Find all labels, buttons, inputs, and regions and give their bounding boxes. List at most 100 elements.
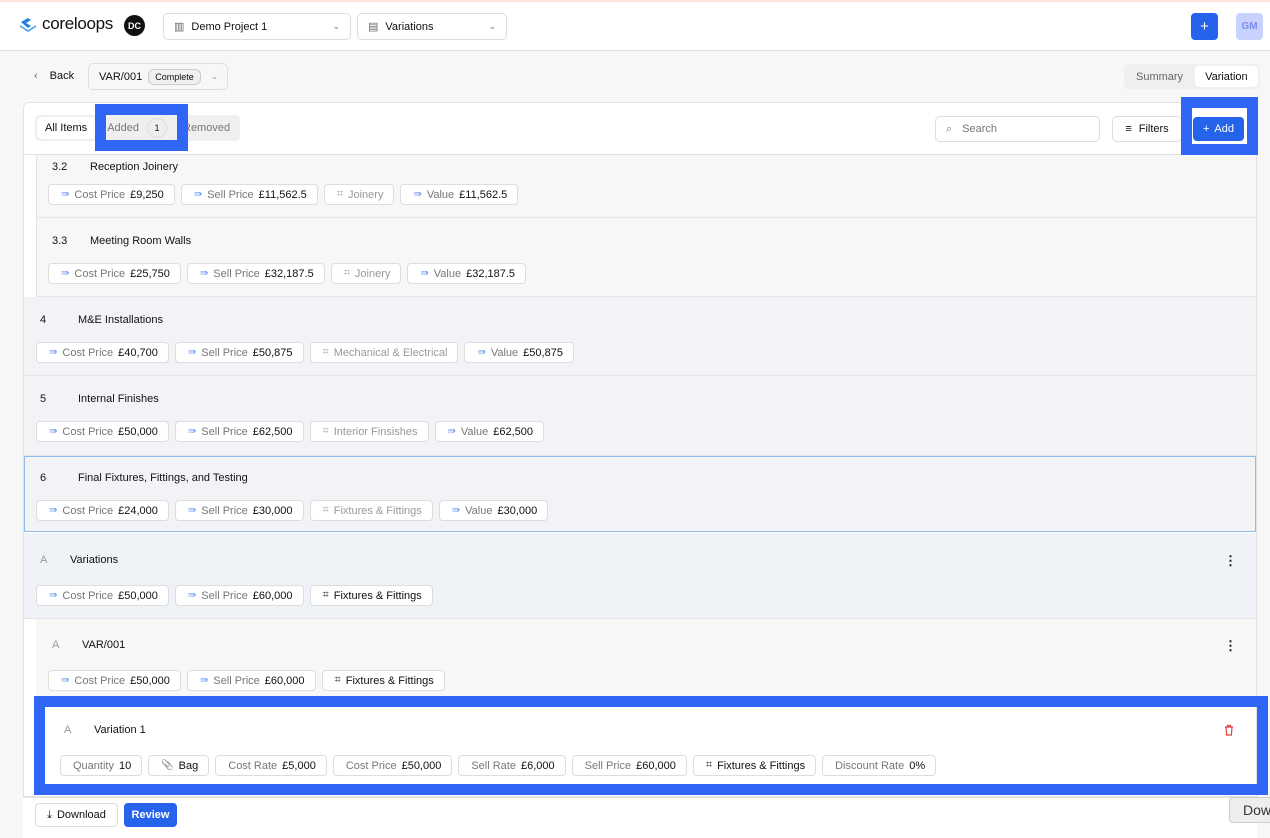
sell-price-chip[interactable]: ⇛ Sell Price £60,000 — [174, 585, 304, 606]
category-chip[interactable]: ⌗ Joinery — [330, 263, 402, 284]
item-chips: ⇛ Cost Price £24,000 ⇛ Sell Price £30,000 ⌗ Fix… — [36, 500, 549, 521]
tab-removed[interactable]: Removed — [175, 117, 238, 139]
item-number: 4 — [40, 314, 47, 326]
category-chip[interactable]: ⌗ Fixtures & Fittings — [321, 670, 445, 691]
module-select[interactable]: ▤ Variations ⌄ — [357, 13, 507, 40]
sell-price-chip[interactable]: ⇛ Sell Price £62,500 — [174, 421, 304, 442]
item-chips: ⇛ Cost Price £40,700 ⇛ Sell Price £50,875 ⌗ Mec… — [36, 342, 574, 363]
tab-all-items[interactable]: All Items — [37, 117, 96, 139]
arrow-right-icon: ⇛ — [187, 505, 197, 516]
cost-rate-chip[interactable]: Cost Rate £5,000 — [215, 755, 327, 776]
footer-bar — [23, 797, 1257, 838]
arrow-right-icon: ⇛ — [477, 347, 486, 358]
chevron-down-icon: ⌄ — [210, 71, 219, 81]
tab-added[interactable]: Added 1 — [95, 117, 175, 139]
search-placeholder: Search — [962, 123, 998, 135]
download-label: Download — [56, 809, 106, 821]
chip-label: Discount Rate — [835, 759, 905, 772]
value-chip[interactable]: ⇛ Value £50,875 — [464, 342, 574, 363]
item-name: Reception Joinery — [90, 161, 179, 173]
cost-price-chip[interactable]: Cost Price £50,000 — [332, 755, 453, 776]
brand-logo[interactable]: coreloops — [18, 14, 113, 34]
more-options-icon[interactable]: ⋮ — [1224, 638, 1237, 654]
category-chip[interactable]: ⌗ Fixtures & Fittings — [309, 585, 433, 606]
cost-price-chip[interactable]: ⇛ Cost Price £50,000 — [36, 421, 169, 442]
add-button[interactable]: + Add — [1193, 117, 1244, 141]
chip-value: £32,187.5 — [264, 267, 314, 280]
search-input[interactable]: ⌕ Search — [935, 116, 1100, 142]
sell-price-chip[interactable]: ⇛ Sell Price £50,875 — [174, 342, 304, 363]
sell-price-chip[interactable]: ⇛ Sell Price £30,000 — [174, 500, 304, 521]
chip-label: Cost Price — [74, 188, 126, 201]
project-select[interactable]: ▥ Demo Project 1 ⌄ — [163, 13, 351, 40]
chip-value: £60,000 — [636, 759, 676, 772]
item-chips: ⇛ Cost Price £9,250 ⇛ Sell Price £11,562.5 ⌗ Jo… — [48, 184, 519, 205]
item-chips: ⇛ Cost Price £50,000 ⇛ Sell Price £60,000 ⌗ Fix… — [48, 670, 445, 691]
plus-icon: + — [1202, 123, 1210, 135]
back-button[interactable]: ‹ Back — [34, 70, 74, 82]
value-chip[interactable]: ⇛ Value £32,187.5 — [407, 263, 527, 284]
arrow-right-icon: ⇛ — [49, 347, 58, 358]
user-avatar[interactable]: GM — [1236, 13, 1263, 40]
download-tooltip: Dow — [1229, 797, 1270, 823]
cost-price-chip[interactable]: ⇛ Cost Price £9,250 — [48, 184, 175, 205]
value-chip[interactable]: ⇛ Value £30,000 — [438, 500, 549, 521]
tab-summary[interactable]: Summary — [1126, 66, 1193, 87]
chip-label: Sell Price — [201, 346, 248, 359]
download-button[interactable]: ⤓ Download — [35, 803, 118, 827]
category-chip[interactable]: ⌗ Fixtures & Fittings — [309, 500, 433, 521]
item-row[interactable] — [36, 218, 1256, 297]
trash-icon[interactable] — [1224, 724, 1234, 739]
more-options-icon[interactable]: ⋮ — [1224, 553, 1237, 569]
arrow-right-icon: ⇛ — [199, 268, 209, 279]
item-row[interactable] — [24, 376, 1256, 456]
cost-price-chip[interactable]: ⇛ Cost Price £50,000 — [48, 670, 181, 691]
chip-value: Fixtures & Fittings — [333, 589, 422, 602]
item-name: Meeting Room Walls — [90, 235, 192, 247]
value-chip[interactable]: ⇛ Value £11,562.5 — [400, 184, 519, 205]
category-chip[interactable]: ⌗ Fixtures & Fittings — [692, 755, 817, 776]
item-name: M&E Installations — [78, 314, 163, 326]
filters-button[interactable]: ≡ Filters — [1112, 116, 1182, 142]
cost-price-chip[interactable]: ⇛ Cost Price £25,750 — [48, 263, 181, 284]
chip-label: Quantity — [73, 759, 114, 772]
category-chip[interactable]: ⌗ Interior Finsishes — [309, 421, 429, 442]
arrow-right-icon: ⇛ — [199, 675, 209, 686]
sell-rate-chip[interactable]: Sell Rate £6,000 — [458, 755, 566, 776]
back-label: Back — [49, 70, 75, 82]
sell-price-chip[interactable]: ⇛ Sell Price £11,562.5 — [180, 184, 318, 205]
review-button[interactable]: Review — [124, 803, 177, 827]
chevron-down-icon: ⌄ — [332, 21, 340, 31]
sell-price-chip[interactable]: ⇛ Sell Price £32,187.5 — [186, 263, 325, 284]
cost-price-chip[interactable]: ⇛ Cost Price £40,700 — [36, 342, 169, 363]
item-title: A VAR/001 — [52, 639, 125, 651]
sell-price-chip[interactable]: ⇛ Sell Price £60,000 — [186, 670, 316, 691]
chip-label: Sell Price — [201, 589, 248, 602]
value-chip[interactable]: ⇛ Value £62,500 — [434, 421, 544, 442]
discount-rate-chip[interactable]: Discount Rate 0% — [822, 755, 937, 776]
item-row[interactable] — [24, 297, 1256, 376]
chip-value: £62,500 — [493, 425, 533, 438]
quantity-chip[interactable]: Quantity 10 — [60, 755, 143, 776]
chip-label: Cost Price — [74, 674, 126, 687]
item-number: A — [64, 724, 72, 736]
create-button[interactable]: + — [1191, 13, 1218, 40]
chip-label: Sell Price — [201, 425, 248, 438]
variation-select[interactable]: VAR/001 Complete ⌄ — [88, 63, 228, 90]
org-avatar[interactable]: DC — [124, 15, 145, 36]
item-name: Internal Finishes — [78, 393, 159, 405]
category-chip[interactable]: ⌗ Joinery — [323, 184, 395, 205]
item-number: 3.2 — [52, 161, 68, 173]
item-row[interactable] — [24, 533, 1256, 619]
cost-price-chip[interactable]: ⇛ Cost Price £50,000 — [36, 585, 169, 606]
tab-variation[interactable]: Variation — [1195, 66, 1258, 87]
category-icon: ⌗ — [322, 504, 329, 516]
status-badge: Complete — [148, 68, 201, 85]
item-title: 5 Internal Finishes — [40, 393, 159, 405]
unit-chip[interactable]: 📎 Bag — [148, 755, 210, 776]
category-icon: ⌗ — [336, 188, 343, 200]
cost-price-chip[interactable]: ⇛ Cost Price £24,000 — [36, 500, 169, 521]
sell-price-chip[interactable]: Sell Price £60,000 — [571, 755, 687, 776]
chip-label: Cost Price — [62, 425, 114, 438]
category-chip[interactable]: ⌗ Mechanical & Electrical — [309, 342, 459, 363]
